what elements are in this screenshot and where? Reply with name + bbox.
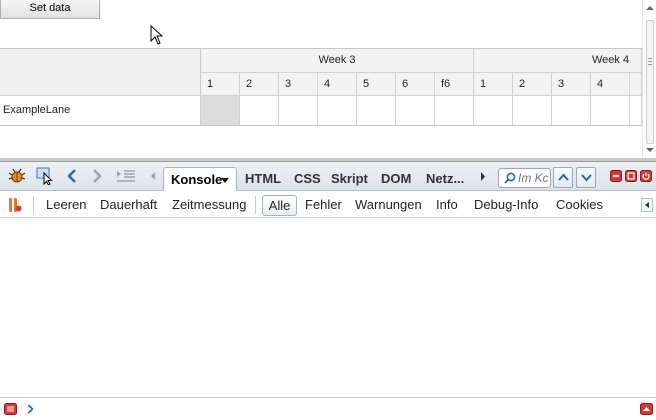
grid-cell[interactable]: [591, 96, 630, 125]
grid-cell[interactable]: [357, 96, 396, 125]
day-header: 2: [240, 73, 279, 96]
filter-cookies-button[interactable]: Cookies: [556, 197, 603, 212]
break-on-errors-icon[interactable]: [8, 197, 22, 213]
inspect-element-icon[interactable]: [36, 167, 54, 185]
search-next-button[interactable]: [576, 167, 596, 188]
scroll-up-icon[interactable]: [646, 6, 654, 10]
search-placeholder: Im Kc: [518, 171, 549, 185]
chevron-down-icon: [581, 174, 592, 182]
grid-cell[interactable]: [552, 96, 591, 125]
day-header: 4: [591, 73, 630, 96]
day-header: 6: [396, 73, 435, 96]
set-data-button[interactable]: Set data: [0, 0, 100, 19]
filter-debug-button[interactable]: Debug-Info: [474, 197, 538, 212]
grid-cell[interactable]: [435, 96, 474, 125]
day-header: 3: [279, 73, 318, 96]
chevron-down-icon[interactable]: [221, 178, 229, 183]
tab-css[interactable]: CSS: [294, 167, 321, 191]
clear-button[interactable]: Leeren: [46, 197, 86, 212]
back-arrow-icon[interactable]: [65, 168, 79, 184]
command-line[interactable]: [0, 397, 656, 420]
tab-html[interactable]: HTML: [245, 167, 281, 191]
detach-window-icon[interactable]: [625, 170, 637, 182]
scrollbar-thumb[interactable]: [646, 20, 654, 144]
error-indicator-icon[interactable]: [4, 403, 17, 415]
schedule-grid: Week 3 Week 4 1 2 3 4 5 6 f6 1 2 3 4 Exa…: [0, 48, 642, 126]
minimize-icon[interactable]: [610, 170, 622, 182]
toolbar-scroll-left-icon[interactable]: [641, 198, 653, 212]
filter-info-button[interactable]: Info: [436, 197, 458, 212]
day-header: 4: [318, 73, 357, 96]
week-header: Week 4: [474, 49, 642, 73]
indent-list-icon[interactable]: [116, 169, 136, 183]
firebug-main-toolbar: Konsole HTML CSS Skript DOM Netz... Im K…: [0, 162, 656, 191]
grid-cell[interactable]: [474, 96, 513, 125]
tabs-scroll-left-icon[interactable]: [149, 171, 157, 181]
search-previous-button[interactable]: [553, 167, 573, 188]
tab-console[interactable]: Konsole: [163, 167, 237, 191]
tab-net[interactable]: Netz...: [426, 167, 464, 191]
chevron-up-icon: [558, 173, 569, 181]
forward-arrow-icon[interactable]: [90, 168, 104, 184]
screen: Set data Week 3 Week 4 1 2 3 4 5 6 f6 1 …: [0, 0, 656, 420]
day-header: 5: [357, 73, 396, 96]
web-page-content: Set data Week 3 Week 4 1 2 3 4 5 6 f6 1 …: [0, 0, 656, 158]
tab-dom[interactable]: DOM: [381, 167, 411, 191]
grid-cell[interactable]: [318, 96, 357, 125]
filter-all-button[interactable]: Alle: [262, 195, 297, 216]
firebug-bug-icon[interactable]: [8, 168, 26, 184]
toolbar-separator: [33, 196, 34, 214]
grid-cell[interactable]: [240, 96, 279, 125]
grid-cell[interactable]: [630, 96, 642, 125]
search-icon: [504, 172, 516, 184]
day-header: 1: [201, 73, 240, 96]
day-header: 3: [552, 73, 591, 96]
profile-button[interactable]: Zeitmessung: [172, 197, 246, 212]
grid-cell[interactable]: [513, 96, 552, 125]
day-header: 1: [474, 73, 513, 96]
grid-cell[interactable]: [201, 96, 240, 125]
firebug-panel: Konsole HTML CSS Skript DOM Netz... Im K…: [0, 158, 656, 420]
week-header: Week 3: [201, 49, 474, 73]
power-off-icon[interactable]: [640, 170, 652, 182]
grid-corner: [0, 49, 201, 96]
command-prompt-chevron-icon: [27, 404, 34, 414]
grid-cell[interactable]: [279, 96, 318, 125]
filter-errors-button[interactable]: Fehler: [305, 197, 342, 212]
persist-button[interactable]: Dauerhaft: [100, 197, 157, 212]
filter-warnings-button[interactable]: Warnungen: [355, 197, 422, 212]
search-input[interactable]: Im Kc: [498, 168, 551, 188]
expand-command-editor-icon[interactable]: [640, 403, 653, 415]
mouse-cursor-icon: [150, 25, 164, 45]
day-header: f6: [435, 73, 474, 96]
tab-script[interactable]: Skript: [331, 167, 368, 191]
scroll-down-icon[interactable]: [646, 148, 654, 152]
lane-label: ExampleLane: [0, 96, 201, 125]
console-toolbar: Leeren Dauerhaft Zeitmessung Alle Fehler…: [0, 192, 656, 218]
scrollbar-grip: [648, 58, 652, 59]
grid-cell[interactable]: [396, 96, 435, 125]
tabs-scroll-right-icon[interactable]: [480, 172, 486, 181]
day-header: 2: [513, 73, 552, 96]
vertical-scrollbar[interactable]: [642, 0, 656, 158]
toolbar-separator: [255, 196, 256, 214]
day-header: [630, 73, 642, 96]
tab-console-label: Konsole: [171, 172, 223, 187]
console-output[interactable]: [0, 219, 656, 399]
